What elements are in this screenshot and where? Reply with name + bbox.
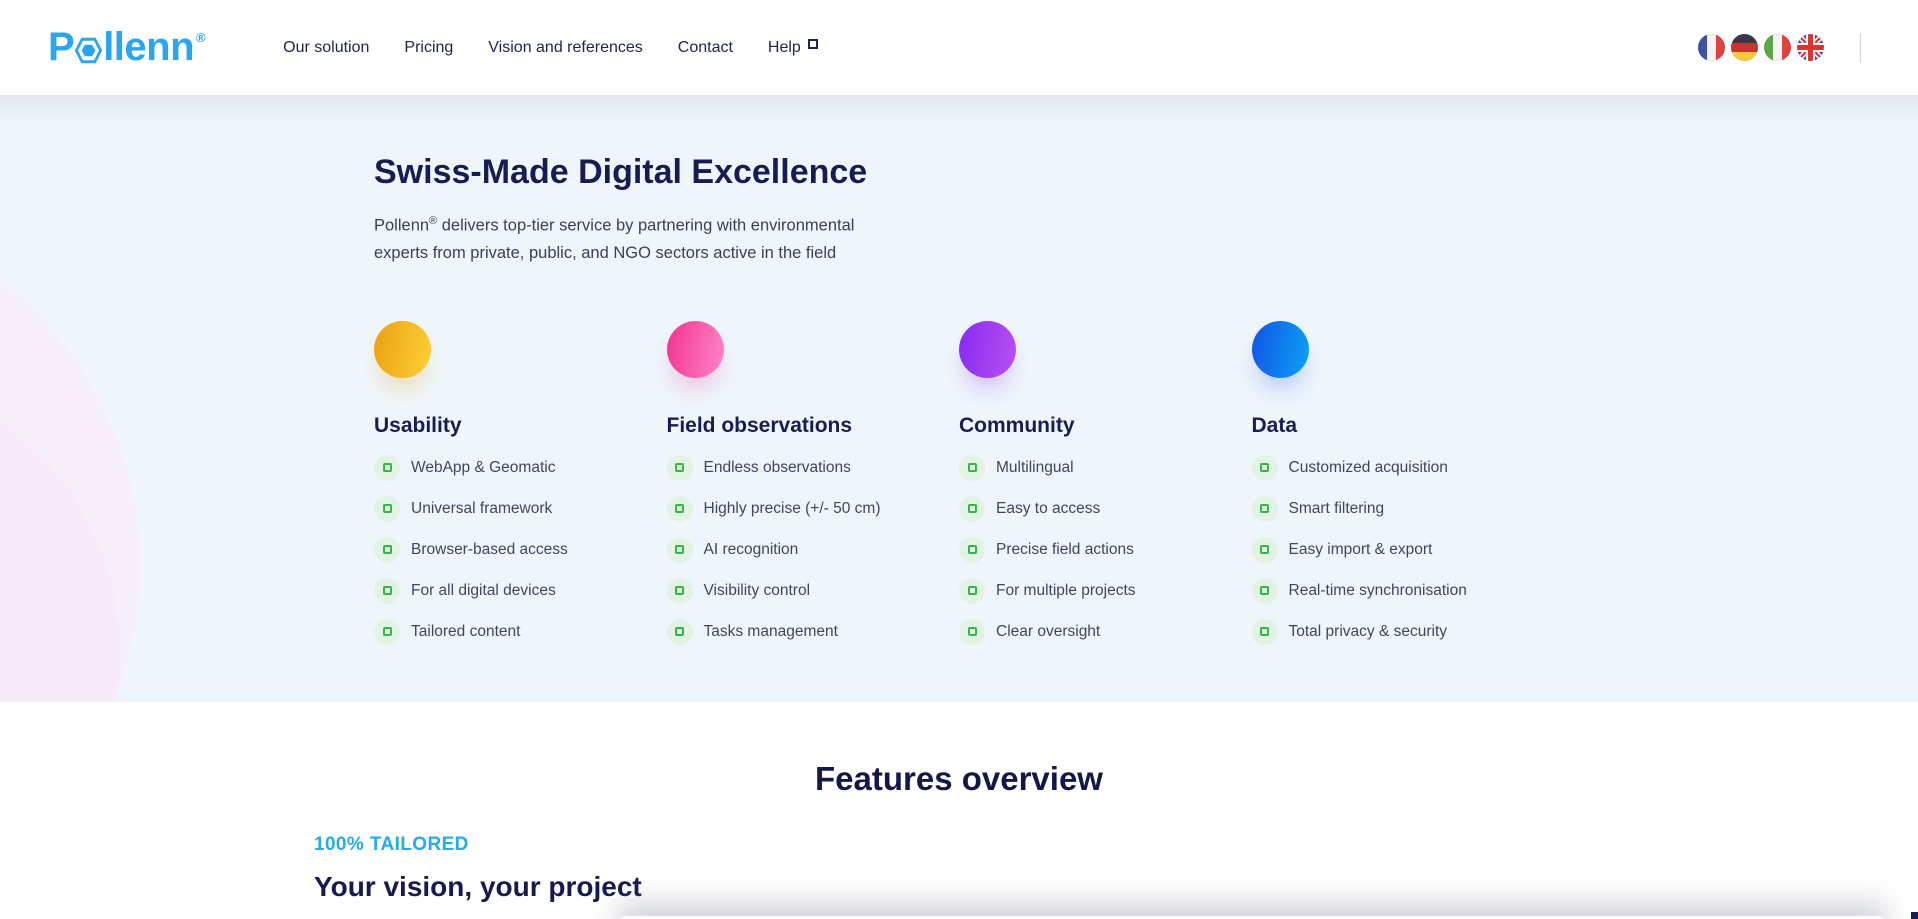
list-item: Customized acquisition — [1252, 455, 1545, 481]
german-flag-icon[interactable] — [1731, 34, 1758, 61]
checkbox-icon — [1252, 578, 1278, 604]
checkbox-icon — [374, 619, 400, 645]
checkbox-icon — [1252, 619, 1278, 645]
nav-item-help[interactable]: Help — [768, 39, 818, 57]
features-section-title: Features overview — [0, 702, 1918, 798]
language-switcher — [1698, 34, 1824, 61]
column-usability: Usability WebApp & Geomatic Universal fr… — [374, 321, 667, 660]
list-item: Tasks management — [667, 619, 960, 645]
list-item: Precise field actions — [959, 537, 1252, 563]
list-item: Real-time synchronisation — [1252, 578, 1545, 604]
main-nav: Our solution Pricing Vision and referenc… — [283, 39, 818, 57]
usability-circle-icon — [374, 321, 431, 378]
nav-item-pricing[interactable]: Pricing — [404, 39, 453, 57]
italian-flag-icon[interactable] — [1764, 34, 1791, 61]
checkbox-icon — [1252, 455, 1278, 481]
feature-columns: Usability WebApp & Geomatic Universal fr… — [374, 321, 1544, 660]
column-title: Field observations — [667, 414, 960, 438]
top-navigation-bar: P llenn ® Our solution Pricing Vision an… — [0, 0, 1918, 95]
list-item: Multilingual — [959, 455, 1252, 481]
features-heading: Your vision, your project — [314, 871, 1918, 903]
column-title: Community — [959, 414, 1252, 438]
hero-subtitle: Pollenn® delivers top-tier service by pa… — [374, 208, 904, 267]
nav-item-our-solution[interactable]: Our solution — [283, 39, 369, 57]
list-item: Browser-based access — [374, 537, 667, 563]
checkbox-icon — [959, 619, 985, 645]
hero-title: Swiss-Made Digital Excellence — [374, 153, 1544, 192]
checkbox-icon — [667, 496, 693, 522]
list-item: For multiple projects — [959, 578, 1252, 604]
list-item: Easy import & export — [1252, 537, 1545, 563]
checkbox-icon — [374, 455, 400, 481]
checkbox-icon — [374, 578, 400, 604]
checkbox-icon — [1252, 537, 1278, 563]
list-item: Visibility control — [667, 578, 960, 604]
checkbox-icon — [1252, 496, 1278, 522]
external-link-icon — [808, 39, 818, 49]
checkbox-icon — [667, 619, 693, 645]
list-item: WebApp & Geomatic — [374, 455, 667, 481]
list-item: Endless observations — [667, 455, 960, 481]
french-flag-icon[interactable] — [1698, 34, 1725, 61]
checkbox-icon — [959, 455, 985, 481]
checkbox-icon — [959, 537, 985, 563]
data-circle-icon — [1252, 321, 1309, 378]
features-tagline: 100% TAILORED — [314, 834, 1918, 856]
header-divider — [1860, 33, 1861, 63]
checkbox-icon — [667, 537, 693, 563]
registered-mark: ® — [196, 30, 205, 45]
logo-text-part1: P — [48, 25, 74, 70]
list-item: For all digital devices — [374, 578, 667, 604]
field-observations-circle-icon — [667, 321, 724, 378]
list-item: Smart filtering — [1252, 496, 1545, 522]
checkbox-icon — [959, 578, 985, 604]
column-field-observations: Field observations Endless observations … — [667, 321, 960, 660]
column-data: Data Customized acquisition Smart filter… — [1252, 321, 1545, 660]
pollenn-logo[interactable]: P llenn ® — [48, 25, 205, 70]
community-circle-icon — [959, 321, 1016, 378]
checkbox-icon — [667, 455, 693, 481]
checkbox-icon — [374, 537, 400, 563]
list-item: Universal framework — [374, 496, 667, 522]
checkbox-icon — [667, 578, 693, 604]
list-item: Tailored content — [374, 619, 667, 645]
column-title: Usability — [374, 414, 667, 438]
list-item: Highly precise (+/- 50 cm) — [667, 496, 960, 522]
column-community: Community Multilingual Easy to access Pr… — [959, 321, 1252, 660]
logo-text-part2: llenn — [103, 25, 194, 70]
list-item: AI recognition — [667, 537, 960, 563]
column-title: Data — [1252, 414, 1545, 438]
hexagon-logo-icon — [75, 36, 102, 65]
nav-item-vision-references[interactable]: Vision and references — [488, 39, 642, 57]
nav-item-contact[interactable]: Contact — [678, 39, 733, 57]
british-flag-icon[interactable] — [1797, 34, 1824, 61]
checkbox-icon — [959, 496, 985, 522]
checkbox-icon — [374, 496, 400, 522]
features-section: Features overview 100% TAILORED Your vis… — [0, 702, 1918, 919]
corner-widget — [1911, 912, 1918, 919]
list-item: Clear oversight — [959, 619, 1252, 645]
list-item: Total privacy & security — [1252, 619, 1545, 645]
list-item: Easy to access — [959, 496, 1252, 522]
hero-section: Swiss-Made Digital Excellence Pollenn® d… — [0, 95, 1918, 702]
